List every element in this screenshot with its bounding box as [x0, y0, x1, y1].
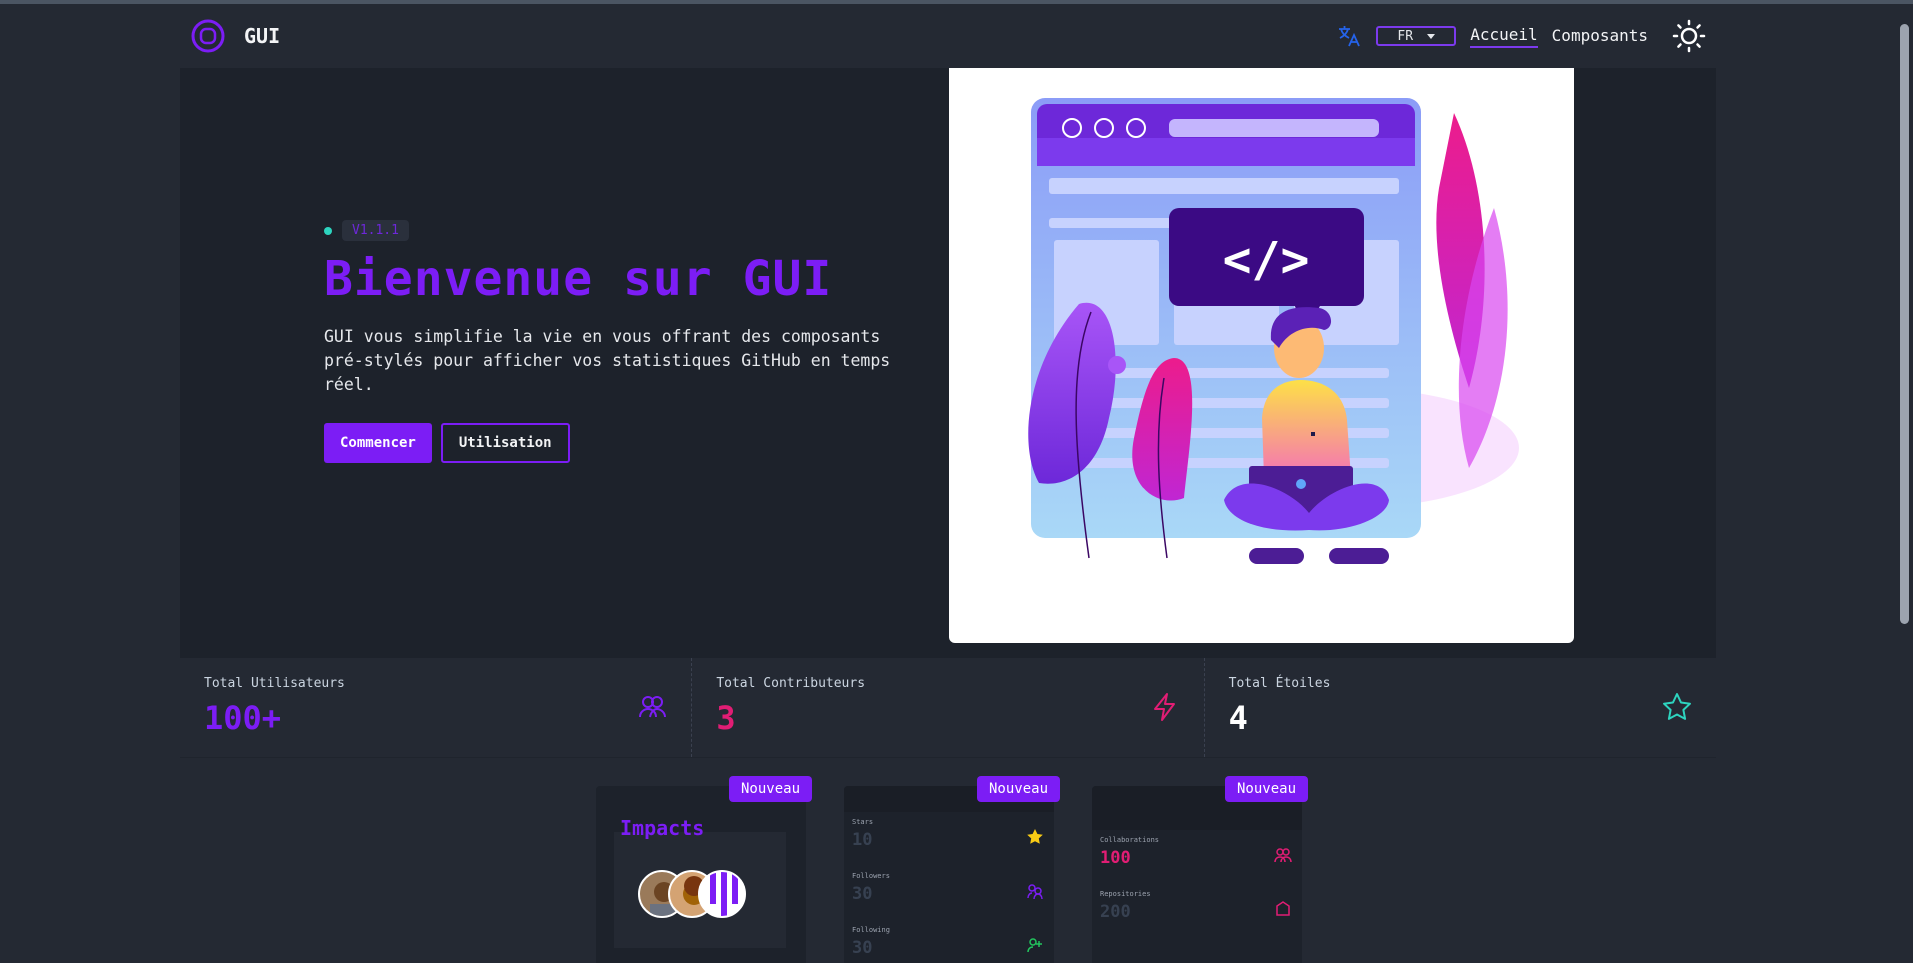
stat-stars-value: 4: [1228, 699, 1248, 737]
version-badge: V1.1.1: [342, 220, 409, 241]
stat-stars: Total Étoiles 4: [1203, 658, 1716, 757]
followers-row: Followers 30: [844, 866, 1054, 920]
hero-section: V1.1.1 Bienvenue sur GUI GUI vous simpli…: [180, 68, 1716, 658]
scrollbar[interactable]: [1896, 4, 1913, 963]
stat-users-label: Total Utilisateurs: [204, 676, 345, 691]
impacts-title: Impacts: [620, 816, 705, 840]
stars-value: 10: [852, 830, 873, 850]
translate-icon: [1339, 26, 1361, 47]
avatar[interactable]: [698, 870, 746, 918]
language-select[interactable]: FR: [1376, 26, 1457, 46]
stat-stars-label: Total Étoiles: [1228, 676, 1331, 691]
following-value: 30: [852, 938, 873, 958]
stat-contributors-value: 3: [716, 699, 736, 737]
stars-row: Stars 10: [844, 812, 1054, 866]
users-icon: [639, 696, 667, 718]
followers-label: Followers: [852, 872, 890, 880]
nav-right: FR Accueil Composants: [1336, 19, 1706, 53]
hero-title: Bienvenue sur GUI: [324, 251, 833, 307]
new-badge-collab: Nouveau: [1225, 776, 1309, 802]
language-value: FR: [1397, 28, 1414, 44]
sun-icon[interactable]: [1672, 19, 1706, 53]
scrollbar-thumb[interactable]: [1900, 24, 1909, 624]
repositories-label: Repositories: [1100, 890, 1151, 898]
stars-label: Stars: [852, 818, 874, 826]
collaborations-row: Collaborations 100: [1092, 830, 1302, 884]
navbar: GUI FR Accueil Composants: [180, 4, 1716, 68]
repositories-row: Repositories 200: [1092, 884, 1302, 938]
nav-link-composants[interactable]: Composants: [1552, 26, 1648, 47]
repositories-value: 200: [1100, 902, 1131, 922]
brand-name[interactable]: GUI: [244, 24, 280, 48]
following-row: Following 30: [844, 920, 1054, 963]
user-plus-icon: [1027, 938, 1042, 953]
gui-logo-icon[interactable]: [190, 18, 226, 54]
status-dot: [324, 226, 332, 235]
users-icon: [1027, 884, 1043, 900]
nav-link-accueil[interactable]: Accueil: [1470, 25, 1538, 48]
impacts-card[interactable]: Impacts: [596, 786, 806, 963]
collab-stats-card[interactable]: Collaborations 100 Repositories 200: [1092, 786, 1302, 963]
following-label: Following: [852, 926, 890, 934]
star-icon: [1662, 693, 1691, 720]
chevron-down-icon: [1427, 33, 1436, 39]
followers-value: 30: [852, 884, 873, 904]
stat-contributors-label: Total Contributeurs: [716, 676, 866, 691]
commencer-button[interactable]: Commencer: [324, 423, 432, 463]
stat-users-value: 100+: [204, 699, 282, 737]
lightning-icon: [1153, 693, 1175, 721]
hero-content: V1.1.1 Bienvenue sur GUI GUI vous simpli…: [324, 220, 924, 463]
utilisation-button[interactable]: Utilisation: [440, 423, 570, 463]
developer-illustration: </>: [1028, 98, 1519, 564]
collaborations-value: 100: [1100, 848, 1131, 868]
repository-icon: [1276, 901, 1290, 916]
profile-stats-card[interactable]: Stars 10 Followers 30 Following 30: [844, 786, 1054, 963]
star-icon: [1027, 829, 1043, 844]
collaborations-label: Collaborations: [1100, 836, 1160, 844]
new-badge-impacts: Nouveau: [729, 776, 813, 802]
version-row: V1.1.1: [324, 220, 924, 241]
new-badge-profile: Nouveau: [977, 776, 1061, 802]
hero-buttons: Commencer Utilisation: [324, 423, 924, 463]
team-icon: [1274, 848, 1292, 863]
svg-text:</>: </>: [1223, 232, 1310, 288]
stats-bar: Total Utilisateurs 100+ Total Contribute…: [180, 658, 1716, 758]
stat-contributors: Total Contributeurs 3: [691, 658, 1203, 757]
hero-illustration: </>: [949, 68, 1574, 643]
stat-users: Total Utilisateurs 100+: [180, 658, 691, 757]
hero-description: GUI vous simplifie la vie en vous offran…: [324, 327, 891, 394]
